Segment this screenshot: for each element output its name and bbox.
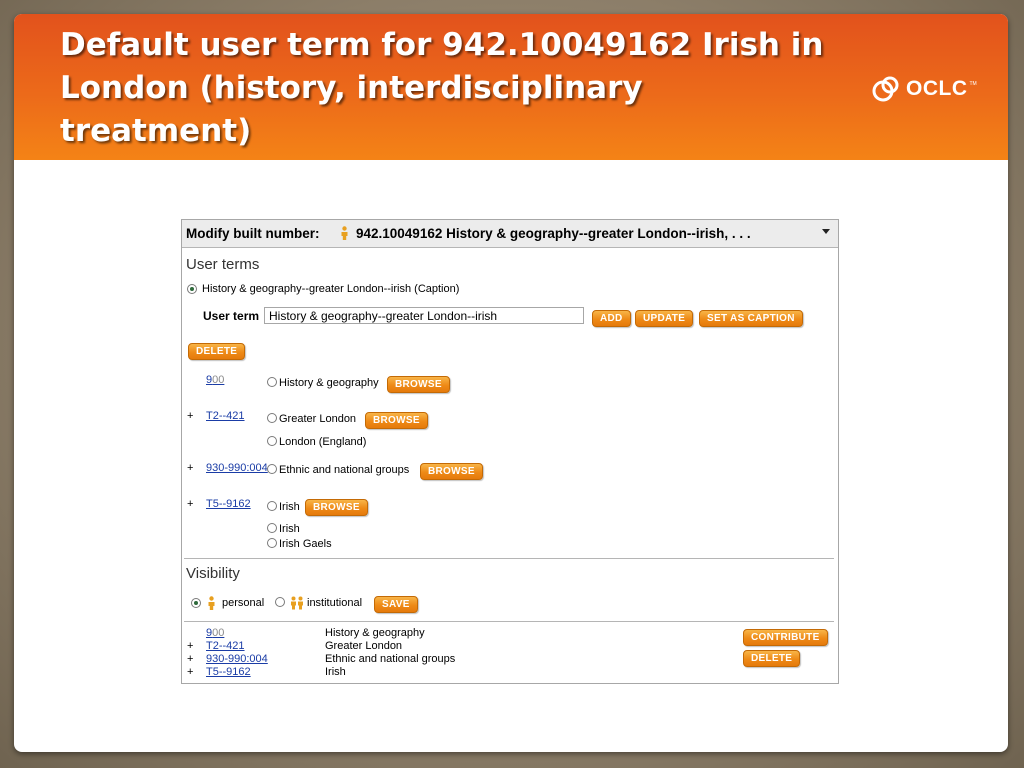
delete-term-button[interactable]: DELETE <box>188 343 246 360</box>
summary-label: History & geography <box>325 627 425 639</box>
plus-sign: + <box>187 462 194 474</box>
browse-button[interactable]: BROWSE <box>387 376 450 393</box>
contribute-button[interactable]: CONTRIBUTE <box>743 629 828 646</box>
panel-header-label: Modify built number: <box>186 226 320 241</box>
component-term: London (England) <box>279 436 367 448</box>
group-icon <box>291 596 303 610</box>
plus-sign: + <box>187 666 194 678</box>
chevron-down-icon[interactable] <box>822 229 830 234</box>
plus-sign: + <box>187 653 194 665</box>
component-radio[interactable] <box>267 413 277 423</box>
browse-button[interactable]: BROWSE <box>305 499 368 516</box>
person-icon <box>208 596 215 610</box>
component-link-t2-421[interactable]: T2--421 <box>206 410 245 422</box>
user-terms-heading: User terms <box>186 256 260 273</box>
summary-link-900[interactable]: 900 <box>206 627 224 639</box>
caption-radio[interactable] <box>187 284 197 294</box>
summary-link-t2-421[interactable]: T2--421 <box>206 640 245 652</box>
browse-button[interactable]: BROWSE <box>420 463 483 480</box>
plus-sign: + <box>187 410 194 422</box>
institutional-label: institutional <box>307 597 363 609</box>
plus-sign: + <box>187 640 194 652</box>
personal-label: personal <box>222 597 265 609</box>
personal-radio[interactable] <box>191 598 201 608</box>
component-radio[interactable] <box>267 538 277 548</box>
summary-label: Ethnic and national groups <box>325 653 456 665</box>
summary-label: Greater London <box>325 640 403 652</box>
user-term-label: User term <box>203 309 260 323</box>
component-radio[interactable] <box>267 464 277 474</box>
caption-term: History & geography--greater London--iri… <box>202 283 460 295</box>
oclc-mark-icon <box>872 76 899 102</box>
component-radio[interactable] <box>267 377 277 387</box>
component-term: History & geography <box>279 377 379 389</box>
summary-link-t5-9162[interactable]: T5--9162 <box>206 666 251 678</box>
component-term: Irish <box>279 523 300 535</box>
update-button[interactable]: UPDATE <box>635 310 694 327</box>
oclc-logo: OCLC TM <box>872 74 977 104</box>
oclc-logo-tm: TM <box>969 81 977 87</box>
summary-label: Irish <box>325 666 346 678</box>
visibility-heading: Visibility <box>186 565 240 582</box>
person-icon <box>341 226 348 240</box>
institutional-radio[interactable] <box>275 597 285 607</box>
oclc-logo-text: OCLC <box>906 77 968 100</box>
browse-button[interactable]: BROWSE <box>365 412 428 429</box>
title-banner: Default user term for 942.10049162 Irish… <box>14 14 1008 160</box>
component-radio[interactable] <box>267 501 277 511</box>
component-link-900[interactable]: 900 <box>206 374 224 386</box>
component-term: Irish Gaels <box>279 538 332 550</box>
divider <box>184 621 834 622</box>
component-term: Ethnic and national groups <box>279 464 410 476</box>
set-as-caption-button[interactable]: SET AS CAPTION <box>699 310 803 327</box>
modify-panel: Modify built number: 942.10049162 Histor… <box>181 219 839 684</box>
divider <box>184 558 834 559</box>
panel-header-number: 942.10049162 History & geography--greate… <box>356 226 751 241</box>
component-link-930-990-004[interactable]: 930-990:004 <box>206 462 268 474</box>
summary-link-930-990-004[interactable]: 930-990:004 <box>206 653 268 665</box>
component-radio[interactable] <box>267 436 277 446</box>
save-button[interactable]: SAVE <box>374 596 418 613</box>
add-button[interactable]: ADD <box>592 310 631 327</box>
component-link-t5-9162[interactable]: T5--9162 <box>206 498 251 510</box>
component-term: Irish <box>279 501 300 513</box>
component-term: Greater London <box>279 413 357 425</box>
user-term-input[interactable] <box>264 307 584 324</box>
slide-title: Default user term for 942.10049162 Irish… <box>60 27 824 149</box>
panel-header[interactable]: Modify built number: 942.10049162 Histor… <box>182 220 838 248</box>
delete-summary-button[interactable]: DELETE <box>743 650 801 667</box>
plus-sign: + <box>187 498 194 510</box>
component-radio[interactable] <box>267 523 277 533</box>
